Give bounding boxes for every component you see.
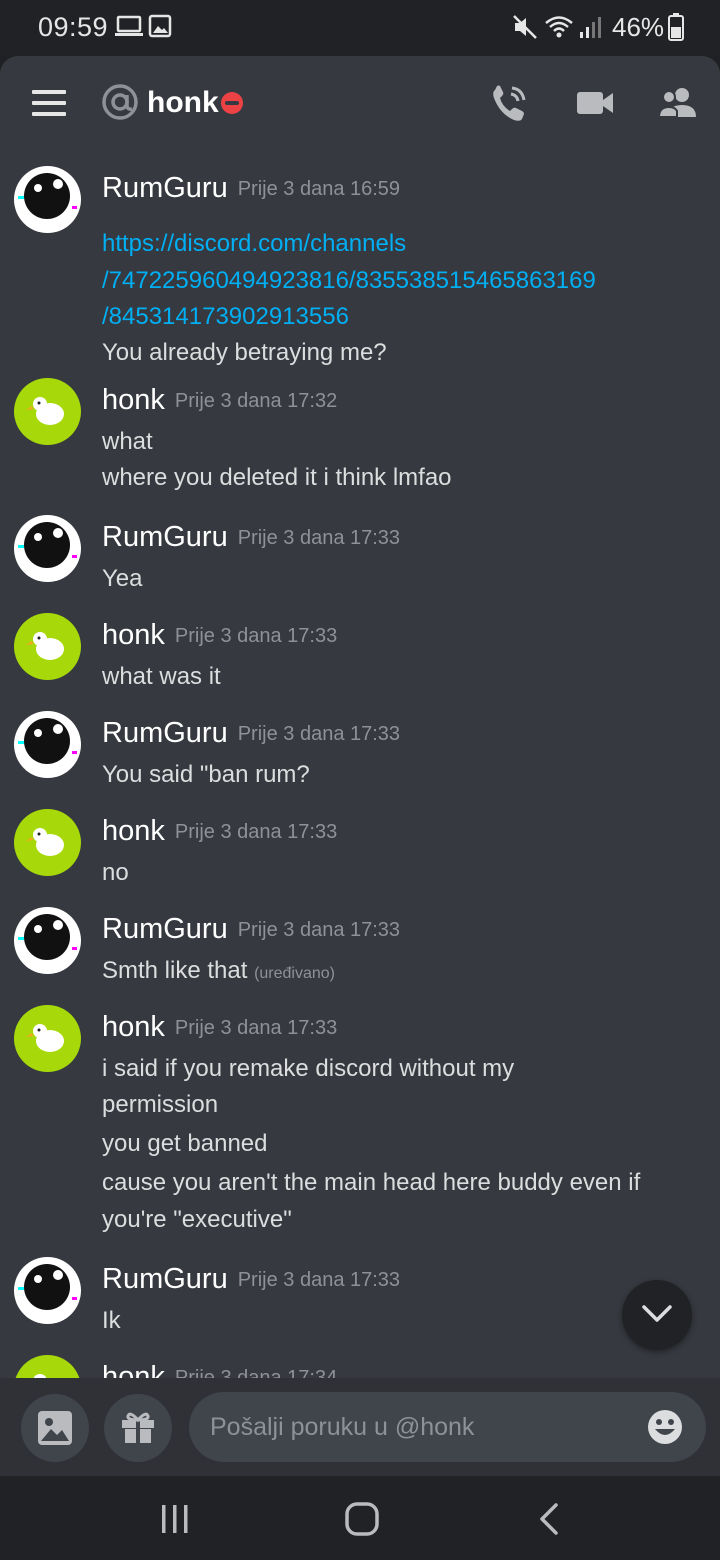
avatar[interactable] [14,378,81,445]
at-icon [101,83,139,121]
back-icon[interactable] [538,1503,560,1540]
message-link[interactable]: /747225960494923816/835538515465863169 [102,267,596,295]
message-text: you're "executive" [102,1206,292,1233]
image-icon [148,14,172,45]
message-author[interactable]: RumGuru Prije 3 dana 17:33 [102,1263,400,1296]
message-text: You said "ban rum? [102,761,310,788]
message-timestamp: Prije 3 dana 16:59 [237,178,401,200]
message-text: Yea [102,565,143,592]
avatar[interactable] [14,1005,81,1072]
message-author[interactable]: honk Prije 3 dana 17:33 [102,619,337,652]
recent-apps-icon[interactable] [160,1504,190,1539]
message-timestamp: Prije 3 dana 17:33 [237,527,401,549]
message-timestamp: Prije 3 dana 17:34 [174,1367,338,1378]
laptop-icon [114,14,144,45]
avatar[interactable] [14,613,81,680]
avatar[interactable] [14,1355,81,1378]
message-text: no [102,859,129,886]
message-link[interactable]: /845314173902913556 [102,303,349,331]
message-author[interactable]: RumGuru Prije 3 dana 17:33 [102,913,400,946]
edited-label: (uređivano) [254,965,336,982]
message-timestamp: Prije 3 dana 17:32 [174,390,338,412]
battery-percentage: 46% [612,12,665,42]
dnd-status-icon [221,92,243,114]
signal-icon [578,14,602,47]
avatar[interactable] [14,515,81,582]
message-author[interactable]: honk Prije 3 dana 17:33 [102,815,337,848]
message-text: what was it [102,663,221,690]
message-author[interactable]: RumGuru Prije 3 dana 17:33 [102,717,400,750]
message-text: Smth like that (uređivano) [102,957,336,984]
menu-icon[interactable] [32,90,66,116]
mute-icon [512,14,538,47]
message-text: you get banned [102,1130,268,1157]
attach-image-button[interactable] [21,1394,89,1462]
battery-icon [668,13,684,48]
message-timestamp: Prije 3 dana 17:33 [174,1017,338,1039]
message-author[interactable]: RumGuru Prije 3 dana 17:33 [102,521,400,554]
message-author[interactable]: honk Prije 3 dana 17:33 [102,1011,337,1044]
message-text: Ik [102,1307,121,1334]
message-input[interactable]: Pošalji poruku u @honk [189,1392,706,1462]
status-bar: 09:59 46% [0,0,720,56]
avatar[interactable] [14,907,81,974]
gift-icon [120,1409,156,1450]
clock: 09:59 [38,12,109,42]
message-author[interactable]: RumGuru Prije 3 dana 16:59 [102,172,400,205]
channel-header: honk [0,56,720,152]
message-author[interactable]: honk Prije 3 dana 17:32 [102,384,337,417]
message-timestamp: Prije 3 dana 17:33 [237,1269,401,1291]
avatar[interactable] [14,711,81,778]
message-text: i said if you remake discord without my [102,1055,515,1082]
emoji-icon[interactable] [646,1408,684,1451]
composer-bar: Pošalji poruku u @honk [0,1378,720,1476]
message-text: cause you aren't the main head here budd… [102,1169,641,1196]
image-icon [37,1410,73,1451]
video-icon[interactable] [576,88,614,123]
message-text: You already betraying me? [102,339,387,366]
wifi-icon [544,14,574,47]
message-timestamp: Prije 3 dana 17:33 [237,723,401,745]
message-timestamp: Prije 3 dana 17:33 [174,821,338,843]
avatar[interactable] [14,809,81,876]
message-list[interactable]: RumGuru Prije 3 dana 16:59 https://discor… [0,152,720,1378]
message-text: where you deleted it i think lmfao [102,464,452,491]
message-link[interactable]: https://discord.com/channels [102,230,406,258]
message-input-placeholder: Pošalji poruku u @honk [210,1413,475,1441]
message-text: permission [102,1091,219,1118]
jump-to-bottom-button[interactable] [622,1280,692,1350]
message-timestamp: Prije 3 dana 17:33 [237,919,401,941]
members-icon[interactable] [657,86,698,123]
home-icon[interactable] [345,1502,379,1541]
system-nav-bar [0,1476,720,1560]
message-text: what [102,428,153,455]
message-author[interactable]: honk Prije 3 dana 17:34 [102,1361,337,1378]
gift-button[interactable] [104,1394,172,1462]
chevron-down-icon [641,1304,673,1329]
message-timestamp: Prije 3 dana 17:33 [174,625,338,647]
page-title: honk [147,86,219,119]
avatar[interactable] [14,166,81,233]
call-icon[interactable] [490,84,528,129]
avatar[interactable] [14,1257,81,1324]
